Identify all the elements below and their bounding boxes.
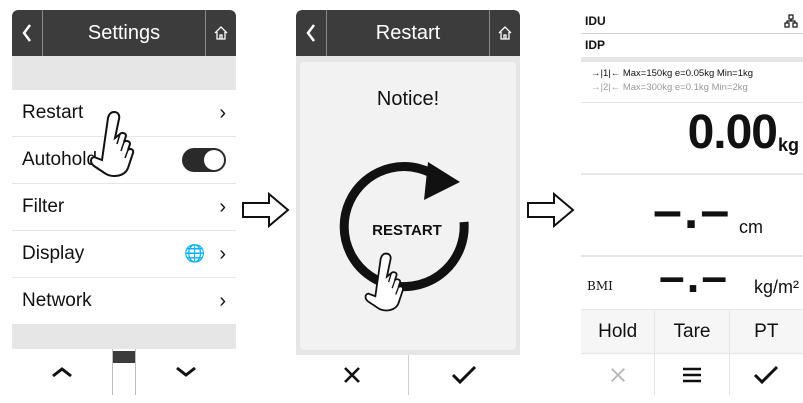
hamburger-menu-icon [682, 367, 701, 382]
cancel-button[interactable] [296, 355, 409, 395]
notice-title: Notice! [376, 88, 440, 110]
hold-button[interactable]: Hold [581, 310, 655, 353]
weighing-screen: IDU IDP →|1|← Max=150kg e=0.05kg Min=1kg… [581, 10, 803, 395]
menu-item-label: Display [22, 243, 85, 264]
action-bar [581, 354, 803, 395]
confirm-button[interactable] [729, 354, 803, 395]
settings-header: Settings [12, 10, 236, 56]
bmi-label: BMI [587, 279, 613, 293]
range-2-text: →|2|← Max=300kg e=0.1kg Min=2kg [591, 82, 748, 93]
home-button[interactable] [205, 10, 236, 56]
chevron-left-icon [22, 24, 31, 42]
idp-label: IDP [585, 38, 606, 52]
weight-value: 0.00 [687, 106, 778, 159]
chevron-left-icon [306, 24, 315, 42]
height-value: –.– [653, 182, 732, 240]
scrollbar[interactable] [112, 349, 136, 395]
range-1-text: →|1|← Max=150kg e=0.05kg Min=1kg [591, 68, 754, 79]
chevron-right-icon: › [219, 289, 226, 312]
home-icon [498, 26, 512, 40]
flow-arrow-icon [527, 192, 575, 228]
menu-item-filter[interactable]: Filter › [12, 184, 236, 230]
menu-item-label: Network [22, 290, 92, 311]
softkey-bar: Hold Tare PT [581, 310, 803, 353]
back-button[interactable] [296, 10, 327, 56]
confirm-button[interactable] [409, 355, 521, 395]
restart-button-label: RESTART [372, 222, 442, 239]
idp-row: IDP [581, 34, 803, 57]
tare-button[interactable]: Tare [655, 310, 729, 353]
height-unit: cm [739, 217, 763, 237]
bmi-unit: kg/m² [754, 277, 799, 297]
pointing-hand-icon [364, 252, 404, 312]
restart-arrowhead-icon [424, 162, 460, 200]
idu-label: IDU [585, 14, 606, 28]
close-icon [610, 367, 625, 382]
settings-screen: Settings Restart › Autohold Filter › Dis… [12, 10, 236, 395]
bmi-value: –.– [659, 250, 729, 302]
menu-button[interactable] [655, 354, 729, 395]
weight-display: 0.00 kg [581, 103, 803, 173]
range-info: →|1|← Max=150kg e=0.05kg Min=1kg →|2|← M… [581, 62, 803, 102]
chevron-up-icon [52, 367, 72, 378]
toggle-knob [204, 150, 224, 170]
scrollbar-thumb[interactable] [113, 351, 135, 363]
flow-arrow-icon [242, 192, 290, 228]
close-icon [343, 367, 360, 383]
bmi-display: BMI –.– kg/m² [581, 250, 803, 309]
pointing-hand-icon [90, 110, 135, 177]
weight-unit: kg [777, 135, 799, 155]
restart-header: Restart [296, 10, 520, 56]
menu-item-label: Filter [22, 196, 65, 217]
network-icon [784, 14, 798, 28]
home-button[interactable] [489, 10, 520, 56]
scroll-up-button[interactable] [12, 365, 112, 379]
chevron-down-icon [176, 366, 196, 377]
pt-button[interactable]: PT [729, 310, 803, 353]
chevron-right-icon: › [219, 242, 226, 265]
menu-item-display[interactable]: Display 🌐 › [12, 231, 236, 277]
chevron-right-icon: › [219, 101, 226, 124]
page-title: Settings [87, 21, 161, 44]
checkmark-icon [452, 365, 477, 385]
confirm-bar [296, 355, 520, 395]
autohold-toggle[interactable] [182, 148, 226, 172]
globe-icon: 🌐 [184, 244, 206, 263]
scroll-down-button[interactable] [136, 365, 236, 379]
checkmark-icon [754, 365, 779, 384]
height-display: –.– cm [581, 175, 803, 255]
menu-item-network[interactable]: Network › [12, 278, 236, 324]
back-button[interactable] [12, 10, 43, 56]
cancel-button[interactable] [581, 354, 655, 395]
chevron-right-icon: › [219, 195, 226, 218]
idu-row: IDU [581, 10, 803, 34]
page-title: Restart [375, 21, 441, 44]
restart-screen: Restart Notice! RESTART [296, 10, 520, 395]
home-icon [214, 26, 228, 40]
scroll-nav-bar [12, 349, 236, 395]
